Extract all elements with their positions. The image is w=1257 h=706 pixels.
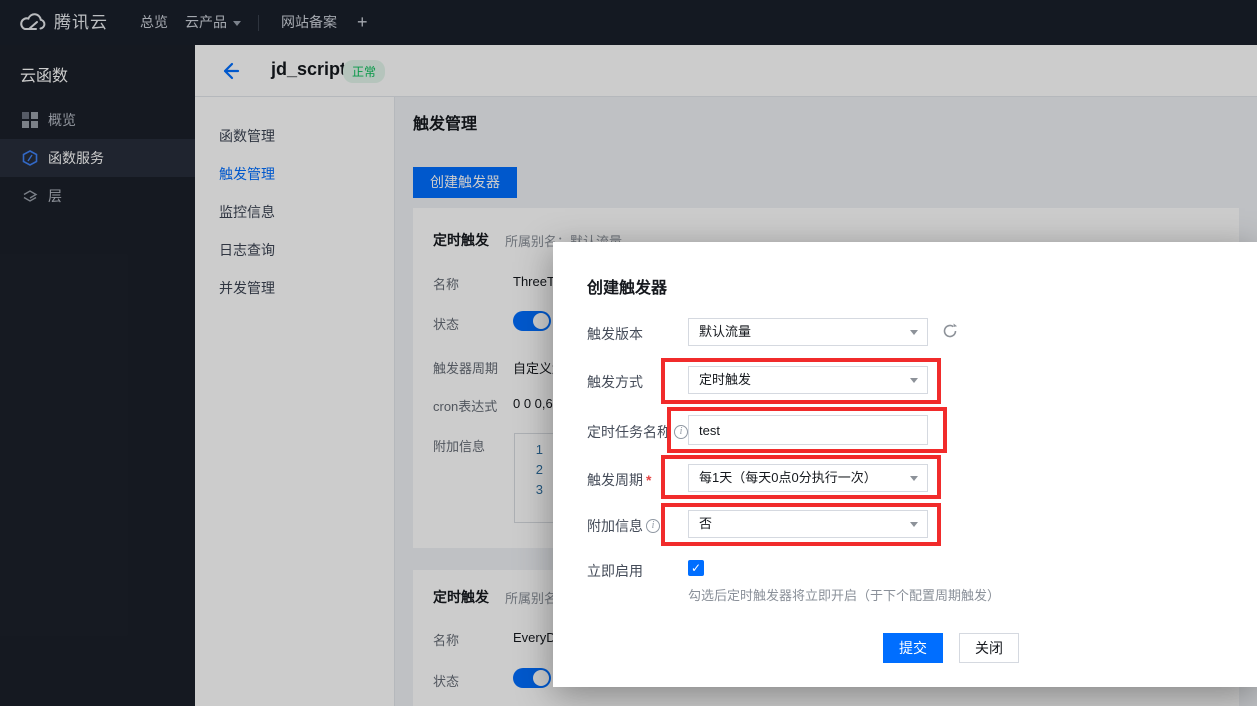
modal-title: 创建触发器 xyxy=(587,274,667,298)
refresh-icon[interactable] xyxy=(941,322,959,340)
annotation-box-extra-info xyxy=(661,503,941,546)
annotation-box-trigger-type xyxy=(661,358,941,404)
annotation-box-task-name xyxy=(667,407,947,453)
close-button[interactable]: 关闭 xyxy=(959,633,1019,663)
trigger-version-select[interactable]: 默认流量 xyxy=(688,318,928,346)
enable-hint-text: 勾选后定时触发器将立即开启（于下个配置周期触发） xyxy=(688,585,1000,604)
label-trigger-version: 触发版本 xyxy=(587,324,643,344)
label-trigger-period: 触发周期 * xyxy=(587,470,651,490)
chevron-down-icon xyxy=(910,330,918,335)
label-trigger-type: 触发方式 xyxy=(587,372,643,392)
annotation-box-trigger-period xyxy=(661,455,941,499)
info-icon[interactable] xyxy=(646,519,660,533)
submit-button[interactable]: 提交 xyxy=(883,633,943,663)
label-enable-immediately: 立即启用 xyxy=(587,561,643,581)
enable-immediately-checkbox[interactable] xyxy=(688,560,704,576)
label-extra-info: 附加信息 xyxy=(587,516,660,536)
